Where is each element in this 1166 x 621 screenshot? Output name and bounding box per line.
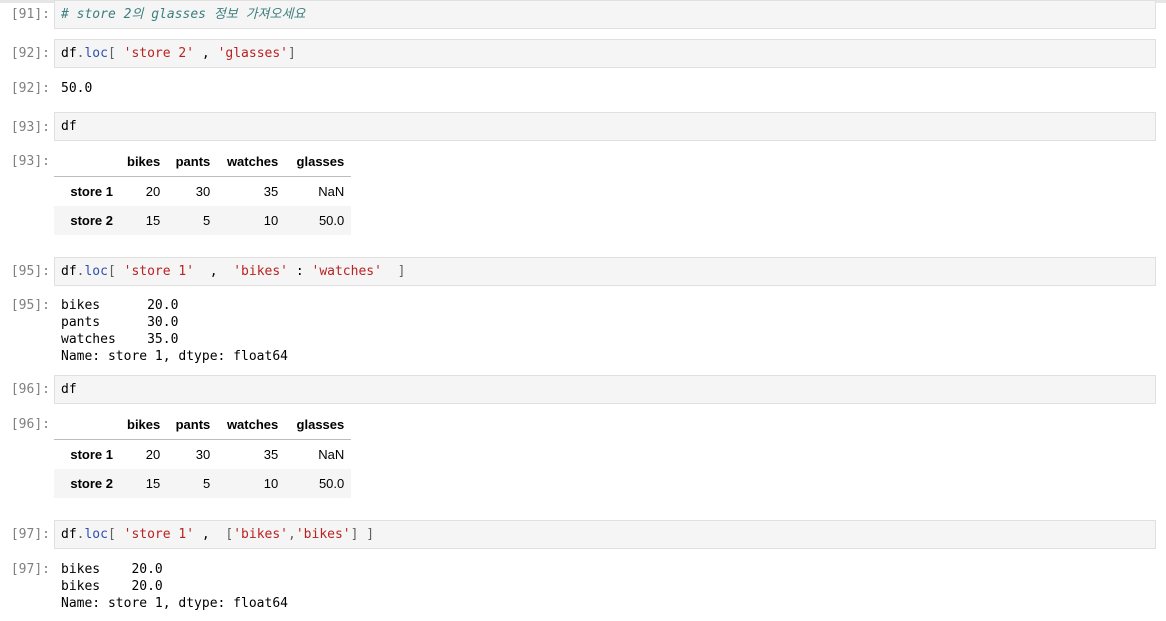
column-header: glasses (285, 409, 352, 440)
table-cell: 10 (263, 213, 279, 228)
column-header: glasses (285, 146, 352, 177)
input-prompt: [92]: (10, 46, 50, 61)
output-prompt: [97]: (10, 562, 50, 577)
output-prompt: [92]: (10, 81, 50, 96)
code-input[interactable]: df (54, 375, 1156, 404)
cell-output: 50.0 (61, 81, 93, 96)
table-cell: 30 (195, 447, 211, 462)
table-cell: NaN (318, 184, 345, 199)
table-row: store 2 15 5 10 50.0 (54, 469, 352, 498)
dataframe-table: bikes pants watches glasses store 1 20 3… (54, 146, 352, 235)
dataframe-table: bikes pants watches glasses store 1 20 3… (54, 409, 352, 498)
column-header: watches (217, 146, 286, 177)
code-input[interactable]: df.loc[ 'store 2' , 'glasses'] (54, 39, 1156, 68)
table-row: store 1 20 30 35 NaN (54, 440, 351, 470)
row-index: store 1 (70, 447, 113, 462)
table-cell: 5 (203, 213, 211, 228)
cell-output: bikes 20.0 pants 30.0 watches 35.0 Name:… (61, 298, 288, 364)
input-prompt: [95]: (10, 264, 50, 279)
column-header: pants (167, 146, 218, 177)
table-cell: NaN (318, 447, 345, 462)
code-input[interactable]: df.loc[ 'store 1' , 'bikes' : 'watches' … (54, 257, 1156, 286)
table-header-row: bikes pants watches glasses (54, 146, 352, 177)
table-cell: 30 (195, 184, 211, 199)
table-cell: 15 (145, 476, 161, 491)
output-prompt: [95]: (10, 298, 50, 313)
table-cell: 15 (145, 213, 161, 228)
column-header: bikes (120, 409, 168, 440)
input-prompt: [97]: (10, 527, 50, 542)
table-cell: 50.0 (318, 476, 345, 491)
row-index: store 1 (70, 184, 113, 199)
table-cell: 50.0 (318, 213, 345, 228)
row-index: store 2 (70, 213, 113, 228)
code-input[interactable]: df.loc[ 'store 1' , ['bikes','bikes'] ] (54, 520, 1156, 549)
column-header (54, 409, 120, 440)
table-cell: 20 (145, 184, 161, 199)
table-row: store 1 20 30 35 NaN (54, 177, 351, 207)
output-prompt: [96]: (10, 417, 50, 432)
cell-output: bikes 20.0 bikes 20.0 Name: store 1, dty… (61, 562, 288, 611)
code-input[interactable]: # store 2의 glasses 정보 가져오세요 (54, 0, 1156, 29)
code-input[interactable]: df (54, 112, 1156, 141)
table-cell: 10 (263, 476, 279, 491)
input-prompt: [91]: (10, 7, 50, 22)
row-index: store 2 (70, 476, 113, 491)
table-cell: 35 (263, 184, 279, 199)
output-prompt: [93]: (10, 154, 50, 169)
table-cell: 20 (145, 447, 161, 462)
input-prompt: [93]: (10, 120, 50, 135)
column-header: pants (167, 409, 218, 440)
table-cell: 35 (263, 447, 279, 462)
input-prompt: [96]: (10, 382, 50, 397)
table-header-row: bikes pants watches glasses (54, 409, 352, 440)
column-header: watches (217, 409, 286, 440)
table-cell: 5 (203, 476, 211, 491)
column-header (54, 146, 120, 177)
column-header: bikes (120, 146, 168, 177)
table-row: store 2 15 5 10 50.0 (54, 206, 352, 235)
code-comment: # store 2의 glasses 정보 가져오세요 (61, 7, 306, 22)
